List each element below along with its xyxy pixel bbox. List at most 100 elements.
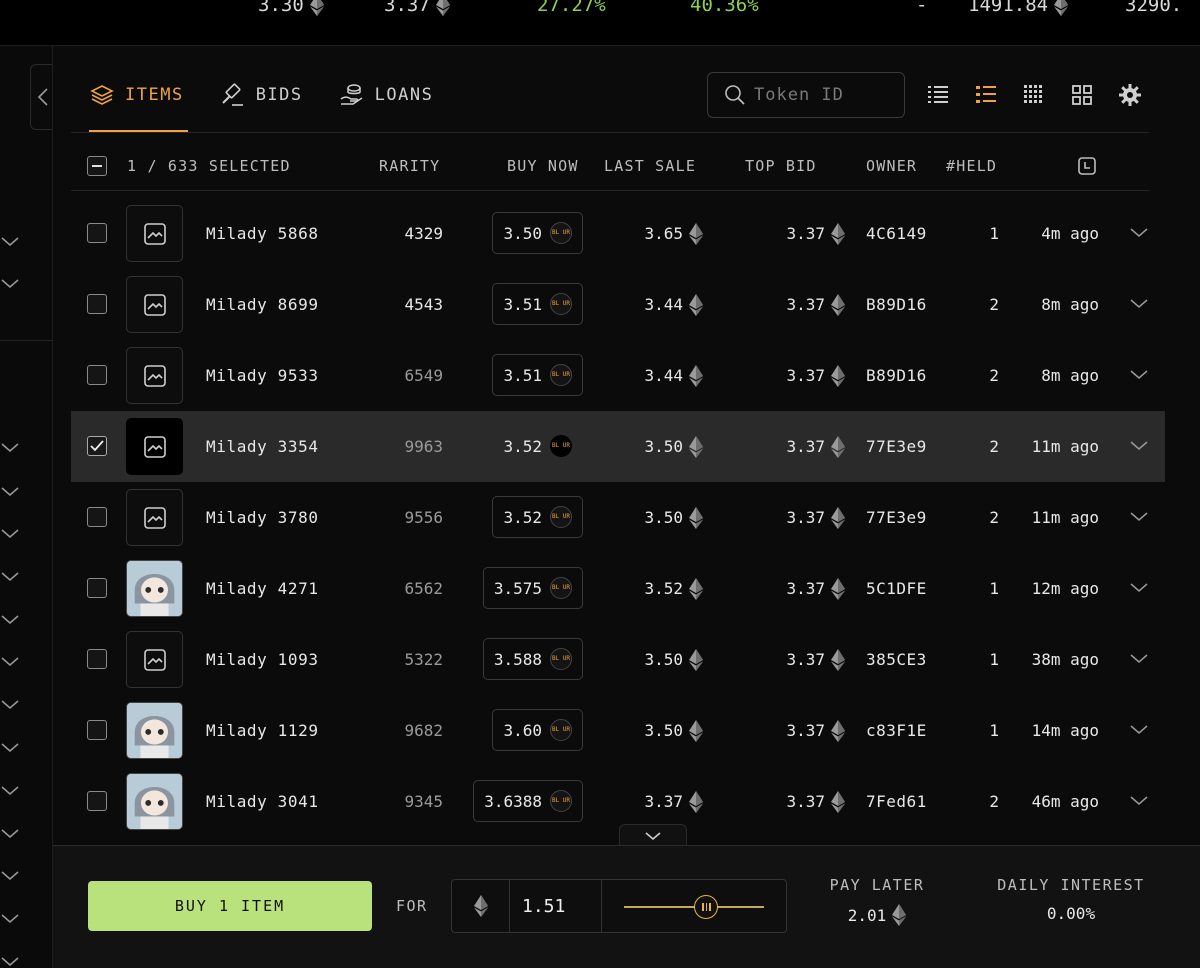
row-expand-button[interactable] <box>1129 508 1149 526</box>
table-row[interactable]: Milady 9533 6549 3.51 BL UR 3.44 3.37 B89D16 2 8… <box>71 340 1165 411</box>
table-row[interactable]: Milady 3780 9556 3.52 BL UR 3.50 3.37 77E3e9 2 1… <box>71 482 1165 553</box>
item-thumbnail[interactable] <box>126 773 183 830</box>
dense-grid-view-button[interactable] <box>1021 82 1047 108</box>
detailed-list-view-button[interactable] <box>973 82 999 108</box>
buy-button[interactable]: BUY 1 ITEM <box>88 881 372 931</box>
buy-now-price[interactable]: 3.6388 BL UR <box>473 780 583 822</box>
row-checkbox[interactable] <box>87 294 107 314</box>
item-thumbnail[interactable] <box>126 205 183 262</box>
row-checkbox[interactable] <box>87 791 107 811</box>
row-checkbox[interactable] <box>87 436 107 456</box>
collapsed-row-expand[interactable] <box>0 569 20 583</box>
buy-now-price[interactable]: 3.575 BL UR <box>482 567 583 609</box>
collapsed-row-expand[interactable] <box>0 783 20 797</box>
row-checkbox[interactable] <box>87 507 107 527</box>
select-all-checkbox[interactable] <box>87 142 107 190</box>
tab-items[interactable]: ITEMS <box>89 70 188 132</box>
item-name[interactable]: Milady 8699 <box>206 269 319 340</box>
row-checkbox[interactable] <box>87 720 107 740</box>
table-row[interactable]: Milady 4271 6562 3.575 BL UR 3.52 3.37 5C1DFE 1… <box>71 553 1165 624</box>
owner-address[interactable]: c83F1E <box>866 695 927 766</box>
tab-loans[interactable]: LOANS <box>339 70 434 120</box>
item-thumbnail[interactable] <box>126 560 183 617</box>
item-thumbnail[interactable] <box>126 276 183 333</box>
buy-now-price[interactable]: 3.51 BL UR <box>492 354 583 396</box>
buy-now-price[interactable]: 3.60 BL UR <box>492 709 583 751</box>
collapsed-row-expand[interactable] <box>0 868 20 882</box>
item-name[interactable]: Milady 9533 <box>206 340 319 411</box>
collapsed-row-expand[interactable] <box>0 440 20 454</box>
collapsed-row-expand[interactable] <box>0 740 20 754</box>
item-name[interactable]: Milady 4271 <box>206 553 319 624</box>
table-row[interactable]: Milady 8699 4543 3.51 BL UR 3.44 3.37 B89D16 2 8… <box>71 269 1165 340</box>
item-thumbnail[interactable] <box>126 489 183 546</box>
item-thumbnail[interactable] <box>126 702 183 759</box>
buy-now-price[interactable]: 3.52 BL UR <box>492 425 583 467</box>
header-rarity[interactable]: RARITY <box>379 142 440 190</box>
row-expand-button[interactable] <box>1129 437 1149 455</box>
token-search[interactable] <box>707 72 905 118</box>
amount-input[interactable]: 1.51 <box>510 880 602 932</box>
owner-address[interactable]: B89D16 <box>866 340 927 411</box>
table-row[interactable]: Milady 1093 5322 3.588 BL UR 3.50 3.37 385CE3 1… <box>71 624 1165 695</box>
expand-list-button[interactable] <box>619 824 687 846</box>
header-owner[interactable]: OWNER <box>866 142 917 190</box>
table-row[interactable]: Milady 5868 4329 3.50 BL UR 3.65 3.37 4C6149 1 4… <box>71 198 1165 269</box>
owner-address[interactable]: 77E3e9 <box>866 411 927 482</box>
buy-now-price[interactable]: 3.588 BL UR <box>482 638 583 680</box>
row-expand-button[interactable] <box>1129 579 1149 597</box>
buy-now-price[interactable]: 3.51 BL UR <box>492 283 583 325</box>
buy-now-price[interactable]: 3.50 BL UR <box>492 212 583 254</box>
owner-address[interactable]: 4C6149 <box>866 198 927 269</box>
grid-view-button[interactable] <box>1069 82 1095 108</box>
owner-address[interactable]: 385CE3 <box>866 624 927 695</box>
collapsed-row-expand[interactable] <box>0 612 20 626</box>
header-held[interactable]: #HELD <box>946 142 997 190</box>
owner-address[interactable]: B89D16 <box>866 269 927 340</box>
item-thumbnail[interactable] <box>126 418 183 475</box>
item-name[interactable]: Milady 5868 <box>206 198 319 269</box>
collapsed-row-expand[interactable] <box>0 234 20 248</box>
header-top-bid[interactable]: TOP BID <box>745 142 817 190</box>
collapsed-row-expand[interactable] <box>0 526 20 540</box>
row-checkbox[interactable] <box>87 223 107 243</box>
row-checkbox[interactable] <box>87 649 107 669</box>
table-row[interactable]: Milady 1129 9682 3.60 BL UR 3.50 3.37 c83F1E 1 1… <box>71 695 1165 766</box>
previous-panel-button[interactable] <box>30 64 54 130</box>
row-checkbox[interactable] <box>87 578 107 598</box>
header-buy-now[interactable]: BUY NOW <box>507 142 579 190</box>
owner-address[interactable]: 5C1DFE <box>866 553 927 624</box>
item-thumbnail[interactable] <box>126 347 183 404</box>
settings-button[interactable] <box>1117 82 1143 108</box>
header-last-sale[interactable]: LAST SALE <box>604 142 696 190</box>
row-expand-button[interactable] <box>1129 295 1149 313</box>
collapsed-row-expand[interactable] <box>0 276 20 290</box>
row-checkbox[interactable] <box>87 365 107 385</box>
item-name[interactable]: Milady 3354 <box>206 411 319 482</box>
tab-bids[interactable]: BIDS <box>220 70 303 120</box>
table-row[interactable]: Milady 3354 9963 3.52 BL UR 3.50 3.37 77E3e9 2 1… <box>71 411 1165 482</box>
row-expand-button[interactable] <box>1129 650 1149 668</box>
collapsed-row-expand[interactable] <box>0 826 20 840</box>
amount-slider[interactable] <box>602 880 786 932</box>
owner-address[interactable]: 77E3e9 <box>866 482 927 553</box>
token-id-input[interactable] <box>754 85 894 105</box>
row-expand-button[interactable] <box>1129 224 1149 242</box>
item-thumbnail[interactable] <box>126 631 183 688</box>
collapsed-row-expand[interactable] <box>0 697 20 711</box>
collapsed-row-expand[interactable] <box>0 911 20 925</box>
item-name[interactable]: Milady 3041 <box>206 766 319 837</box>
item-name[interactable]: Milady 3780 <box>206 482 319 553</box>
row-expand-button[interactable] <box>1129 366 1149 384</box>
table-row[interactable]: Milady 3041 9345 3.6388 BL UR 3.37 3.37 7Fed61… <box>71 766 1165 837</box>
header-time[interactable] <box>1077 142 1097 190</box>
item-name[interactable]: Milady 1093 <box>206 624 319 695</box>
collapsed-row-expand[interactable] <box>0 954 20 968</box>
item-name[interactable]: Milady 1129 <box>206 695 319 766</box>
row-expand-button[interactable] <box>1129 721 1149 739</box>
list-view-button[interactable] <box>925 82 951 108</box>
row-expand-button[interactable] <box>1129 792 1149 810</box>
owner-address[interactable]: 7Fed61 <box>866 766 927 837</box>
collapsed-row-expand[interactable] <box>0 484 20 498</box>
buy-now-price[interactable]: 3.52 BL UR <box>492 496 583 538</box>
